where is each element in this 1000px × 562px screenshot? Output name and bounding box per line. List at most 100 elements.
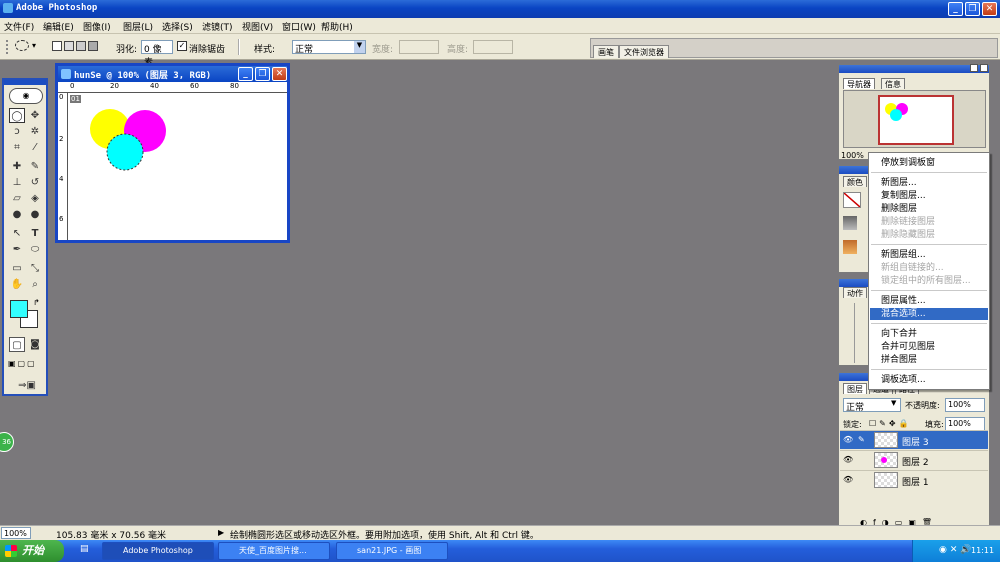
minimize-button[interactable]: _ bbox=[948, 2, 963, 16]
canvas[interactable] bbox=[69, 94, 287, 240]
layer-row-2[interactable]: 👁 图层 2 bbox=[840, 450, 988, 469]
tool-preset-chevron-icon[interactable]: ▾ bbox=[32, 41, 36, 50]
add-selection-icon[interactable] bbox=[64, 41, 74, 51]
zoom-tool-icon[interactable]: ⌕ bbox=[27, 277, 43, 292]
layer-name[interactable]: 图层 2 bbox=[902, 455, 929, 468]
tab-layers[interactable]: 图层 bbox=[843, 383, 867, 394]
antialias-checkbox[interactable]: ✓ bbox=[177, 41, 187, 51]
zoom-input[interactable]: 100% bbox=[1, 527, 31, 539]
subtract-selection-icon[interactable] bbox=[76, 41, 86, 51]
menu-image[interactable]: 图像(I) bbox=[83, 20, 111, 33]
swap-colors-icon[interactable]: ↱ bbox=[33, 298, 40, 307]
eye-icon[interactable]: 👁 bbox=[843, 455, 853, 464]
show-desktop-icon[interactable]: ▤ bbox=[80, 544, 94, 558]
dodge-tool-icon[interactable]: ● bbox=[27, 207, 43, 222]
document-title-bar[interactable]: hunSe @ 100% (图层 3, RGB) _ ❐ ✕ bbox=[58, 66, 287, 82]
tab-color[interactable]: 颜色 bbox=[843, 176, 867, 187]
doc-close-button[interactable]: ✕ bbox=[272, 67, 287, 81]
menu-item-duplicate-layer[interactable]: 复制图层... bbox=[881, 190, 926, 202]
menu-item-blending-options[interactable]: 混合选项... bbox=[870, 308, 988, 320]
tab-file-browser[interactable]: 文件浏览器 bbox=[619, 45, 669, 58]
menu-item-layer-properties[interactable]: 图层属性... bbox=[881, 295, 926, 307]
menu-view[interactable]: 视图(V) bbox=[242, 20, 273, 33]
play-arrow-icon[interactable]: ▶ bbox=[218, 528, 224, 537]
move-tool-icon[interactable]: ✥ bbox=[27, 108, 43, 123]
toolbox-header[interactable] bbox=[4, 80, 46, 85]
menu-edit[interactable]: 编辑(E) bbox=[43, 20, 74, 33]
path-selection-tool-icon[interactable]: ↖ bbox=[9, 226, 25, 241]
doc-minimize-button[interactable]: _ bbox=[238, 67, 253, 81]
gray-swatch[interactable] bbox=[843, 216, 857, 230]
ellipse-marquee-icon[interactable] bbox=[15, 40, 29, 51]
menu-window[interactable]: 窗口(W) bbox=[282, 20, 316, 33]
healing-brush-tool-icon[interactable]: ✚ bbox=[9, 159, 25, 174]
layer-name[interactable]: 图层 1 bbox=[902, 475, 929, 488]
lasso-tool-icon[interactable]: ↄ bbox=[9, 124, 25, 139]
clone-stamp-tool-icon[interactable]: ⊥ bbox=[9, 175, 25, 190]
magic-wand-tool-icon[interactable]: ✲ bbox=[27, 124, 43, 139]
doc-maximize-button[interactable]: ❐ bbox=[255, 67, 270, 81]
menu-layer[interactable]: 图层(L) bbox=[123, 20, 153, 33]
start-button[interactable]: 开始 bbox=[0, 540, 64, 562]
hand-tool-icon[interactable]: ✋ bbox=[9, 277, 25, 292]
actions-panel-header[interactable] bbox=[839, 279, 871, 287]
menu-item-merge-down[interactable]: 向下合并 bbox=[881, 328, 917, 340]
slice-tool-icon[interactable]: ⁄ bbox=[27, 140, 43, 155]
layer-row-1[interactable]: 👁 图层 1 bbox=[840, 470, 988, 489]
opacity-input[interactable]: 100% bbox=[945, 398, 985, 412]
elliptical-marquee-tool-icon[interactable]: ◯ bbox=[9, 108, 25, 123]
standard-mode-icon[interactable]: ▢ bbox=[9, 337, 25, 352]
tray-icons[interactable]: ◉✕🔊 bbox=[939, 545, 975, 555]
new-selection-icon[interactable] bbox=[52, 41, 62, 51]
taskbar-paint[interactable]: san21.JPG - 画图 bbox=[336, 542, 448, 560]
no-color-swatch[interactable] bbox=[843, 192, 861, 208]
actions-checkbox-column[interactable] bbox=[843, 303, 855, 363]
feather-input[interactable]: 0 像素 bbox=[141, 40, 173, 68]
lock-icons[interactable]: ☐✎✥🔒 bbox=[869, 419, 912, 428]
vertical-ruler[interactable]: 0 2 4 6 bbox=[58, 93, 68, 240]
menu-item-flatten-image[interactable]: 拼合图层 bbox=[881, 354, 917, 366]
foreground-color-swatch[interactable] bbox=[10, 300, 28, 318]
document-window[interactable]: hunSe @ 100% (图层 3, RGB) _ ❐ ✕ 0 20 40 6… bbox=[55, 63, 290, 243]
layer-name[interactable]: 图层 3 bbox=[902, 435, 929, 448]
navigator-preview[interactable] bbox=[843, 90, 986, 148]
eraser-tool-icon[interactable]: ▱ bbox=[9, 191, 25, 206]
quick-mask-mode-icon[interactable]: ◙ bbox=[27, 337, 43, 352]
fill-input[interactable]: 100% bbox=[945, 417, 985, 431]
navigator-zoom[interactable]: 100% bbox=[841, 151, 864, 160]
maximize-button[interactable]: ❐ bbox=[965, 2, 980, 16]
layer-row-3[interactable]: 👁 ✎ 图层 3 bbox=[840, 430, 988, 449]
tab-actions[interactable]: 动作 bbox=[843, 287, 867, 298]
pen-tool-icon[interactable]: ✒ bbox=[9, 242, 25, 257]
close-button[interactable]: ✕ bbox=[982, 2, 997, 16]
menu-item-merge-visible[interactable]: 合并可见图层 bbox=[881, 341, 935, 353]
taskbar-photoshop[interactable]: Adobe Photoshop bbox=[102, 542, 214, 560]
side-badge[interactable]: 36 bbox=[0, 432, 14, 452]
screen-mode-icons[interactable]: ▣▢▢ bbox=[8, 359, 44, 371]
view-box[interactable] bbox=[878, 95, 954, 145]
eye-icon[interactable]: 👁 bbox=[843, 475, 853, 484]
blend-mode-select[interactable]: 正常 ▼ bbox=[843, 398, 901, 413]
shape-tool-icon[interactable]: ⬭ bbox=[27, 242, 43, 257]
paint-bucket-tool-icon[interactable]: ◈ bbox=[27, 191, 43, 206]
menu-item-dock-to-palette-well[interactable]: 停放到调板窗 bbox=[881, 157, 935, 169]
history-brush-tool-icon[interactable]: ↺ bbox=[27, 175, 43, 190]
style-select[interactable]: 正常 ▼ bbox=[292, 40, 366, 55]
eyedropper-tool-icon[interactable]: ⤡ bbox=[27, 261, 43, 276]
intersect-selection-icon[interactable] bbox=[88, 41, 98, 51]
menu-item-delete-layer[interactable]: 删除图层 bbox=[881, 203, 917, 215]
orange-swatch[interactable] bbox=[843, 240, 857, 254]
canvas-artwork[interactable] bbox=[69, 94, 287, 240]
menu-select[interactable]: 选择(S) bbox=[162, 20, 193, 33]
grip-handle[interactable] bbox=[6, 40, 9, 54]
type-tool-icon[interactable]: T bbox=[27, 226, 43, 241]
chevron-down-icon[interactable]: ▼ bbox=[354, 41, 365, 53]
blur-tool-icon[interactable]: ● bbox=[9, 207, 25, 222]
menu-filter[interactable]: 滤镜(T) bbox=[202, 20, 233, 33]
tab-info[interactable]: 信息 bbox=[881, 78, 905, 89]
height-input[interactable] bbox=[473, 40, 513, 54]
panel-minimize-button[interactable] bbox=[970, 64, 978, 72]
menu-item-new-layer[interactable]: 新图层... bbox=[881, 177, 917, 189]
menu-item-palette-options[interactable]: 调板选项... bbox=[881, 374, 926, 386]
width-input[interactable] bbox=[399, 40, 439, 54]
